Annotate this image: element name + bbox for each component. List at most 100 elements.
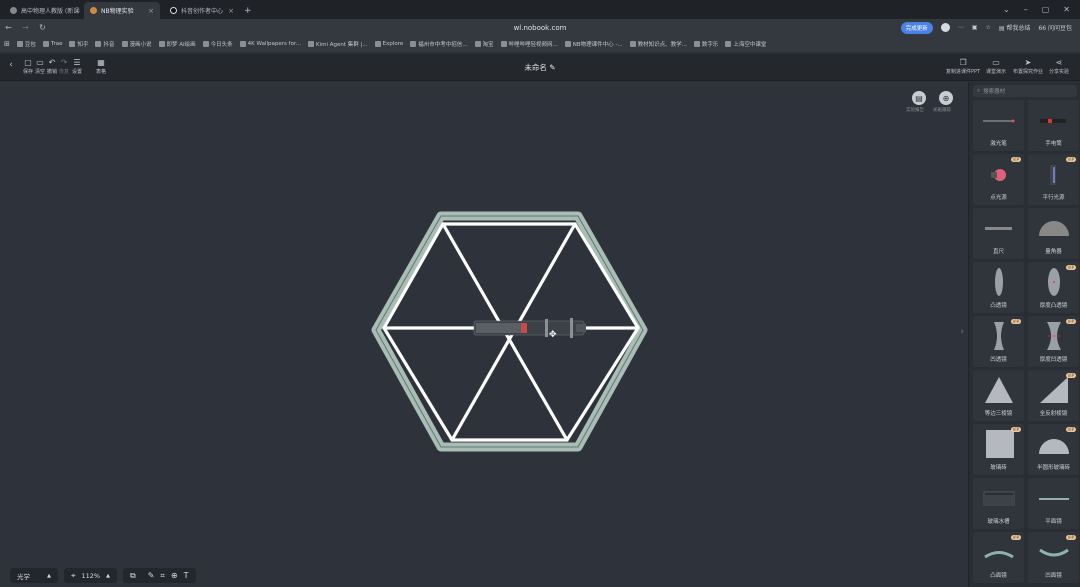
screenshot-icon[interactable]: ▣ [972,24,978,31]
equipment-label: 量角器 [1045,249,1062,255]
more-icon[interactable]: ⋯ [958,24,964,31]
equipment-card-equilateral-prism[interactable]: 等边三棱镜 [973,370,1024,421]
bookmark-item[interactable]: 豆包 [16,40,36,48]
copy-to-ppt-button[interactable]: ❐ 复制进课件PPT [946,58,980,75]
laser-pen[interactable]: ✥ [473,318,586,340]
equipment-card-concave-mirror[interactable]: VIP 凹面镜 [1028,532,1079,583]
equipment-card-thick-concave-lens[interactable]: VIP 厚度凹透镜 [1028,316,1079,367]
zoom-control[interactable]: ⌖ 112% ▲ [64,568,117,583]
bookmark-item[interactable]: Trae [42,41,62,47]
equipment-card-convex-lens[interactable]: 凸透镜 [973,262,1024,313]
equipment-card-plane-mirror[interactable]: 平面镜 [1028,478,1079,529]
collapse-sidebar-icon[interactable]: › [960,327,964,337]
mode-select[interactable]: 光学 ▲ [10,568,58,583]
vip-badge: VIP [1065,373,1076,378]
vip-badge: VIP [1010,535,1021,540]
equipment-card-protractor[interactable]: 量角器 [1028,208,1079,259]
equipment-label: 玻璃砖 [990,465,1007,471]
zoom-in-icon[interactable]: ⊕ [171,571,178,580]
avatar[interactable] [940,23,950,32]
tab-favicon-icon [90,7,97,14]
equipment-card-total-reflection-prism[interactable]: VIP 全反射棱镜 [1028,370,1079,421]
bookmark-favicon-icon [239,41,246,47]
bookmark-favicon-icon [69,41,76,47]
new-tab-icon[interactable]: + [244,2,252,19]
close-icon[interactable]: × [148,7,154,15]
bookmark-item[interactable]: Kimi Agent 集群 |... [307,40,368,48]
assign-homework-button[interactable]: ➤ 布置探究作业 [1013,58,1043,75]
edit-pencil-icon[interactable]: ✎ [549,63,555,72]
bookmark-favicon-icon [95,41,102,47]
reload-icon[interactable]: ↻ [34,23,51,32]
minimize-icon[interactable]: – [1024,5,1028,14]
browser-tab-2[interactable]: NB物理实验 × [84,2,160,19]
bookmark-item[interactable]: 抖音 [95,40,115,48]
caret-up-icon: ▲ [47,572,51,579]
update-button[interactable]: 完成更新 [900,21,933,34]
bookmark-item[interactable]: 今日头条 [202,40,233,48]
vip-badge: VIP [1065,319,1076,324]
browser-tab-3[interactable]: 抖音创作者中心 × [164,2,240,19]
equipment-search-input[interactable]: ⌕ 搜索器材 [973,85,1077,97]
bookmark-favicon-icon [307,41,314,47]
bookmark-item[interactable]: 即梦 AI绘画 [158,40,196,48]
equipment-card-concave-lens[interactable]: VIP 凹透镜 [973,316,1024,367]
equipment-card-ruler[interactable]: 直尺 [973,208,1024,259]
present-button[interactable]: ▭ 课堂演示 [986,58,1006,75]
tab-search-icon[interactable]: ⌄ [1003,5,1010,14]
close-window-icon[interactable]: ✕ [1063,5,1070,14]
bookmark-favicon-icon [564,41,571,47]
maximize-icon[interactable]: ▢ [1042,5,1050,14]
text-tool-icon[interactable]: T [184,571,189,580]
summarize-button[interactable]: ▤ 帮我总结 [999,23,1031,32]
share-button[interactable]: ⋖ 分享实验 [1049,58,1069,75]
equipment-card-convex-mirror[interactable]: VIP 凸面镜 [973,532,1024,583]
equipment-card-laser-pen[interactable]: 激光笔 [973,100,1024,151]
bookmark-item[interactable]: 淘宝 [474,40,494,48]
equipment-card-point-light[interactable]: VIP 点光源 [973,154,1024,205]
equipment-card-flashlight[interactable]: 手电筒 [1028,100,1079,151]
equipment-card-semicircular-glass[interactable]: VIP 半圆形玻璃砖 [1028,424,1079,475]
equipment-label: 凹透镜 [990,357,1007,363]
crop-tool-icon[interactable]: ⌗ [160,571,165,581]
equipment-card-parallel-light[interactable]: VIP 平行光源 [1028,154,1079,205]
apps-grid-icon[interactable]: ⊞ [4,40,10,48]
bookmark-item[interactable]: 数字乐 [693,40,718,48]
caret-up-icon: ▲ [106,572,110,579]
bookmark-item[interactable]: 福州市中考中招信... [410,40,468,48]
document-title[interactable]: 未命名 ✎ [0,62,1080,73]
tab-favicon-icon [170,7,177,14]
equipment-card-glass-tank[interactable]: 玻璃水槽 [973,478,1024,529]
bookmark-favicon-icon [410,41,417,47]
bookmark-favicon-icon [158,41,165,47]
bookmark-favicon-icon [121,41,128,47]
equipment-label: 点光源 [990,195,1007,201]
back-icon[interactable]: ← [0,23,17,32]
bookmark-item[interactable]: 哔哩哔哩轻视频网... [500,40,558,48]
bookmark-favicon-icon [42,41,49,47]
pencil-tool-icon[interactable]: ✎ [148,571,155,580]
bookmark-item[interactable]: 4K Wallpapers for... [239,41,301,47]
browser-tab-1[interactable]: 高中物理人教版 (新课标)× [4,2,80,19]
bookmark-item[interactable]: 上海空中课堂 [725,40,766,48]
bookmark-item[interactable]: NB物理课件中心 -... [564,40,623,48]
close-icon[interactable]: × [228,7,234,15]
equipment-card-thick-convex-lens[interactable]: VIP 厚度凸透镜 [1028,262,1079,313]
vip-badge: VIP [1065,157,1076,162]
bookmark-favicon-icon [202,41,209,47]
bookmark-favicon-icon [474,41,481,47]
forward-icon[interactable]: → [17,23,34,32]
vip-badge: VIP [1010,319,1021,324]
bookmark-item[interactable]: 知乎 [69,40,88,48]
bookmark-item[interactable]: Explore [374,41,403,47]
bookmark-item[interactable]: 教材知识点、教学... [629,40,687,48]
equipment-label: 半圆形玻璃砖 [1036,465,1070,471]
experiment-canvas[interactable]: ▤ 实验报告 ⊕ 光斑跟踪 ✥ › 光学 ▲ ⌖ 112% ▲ ⧉ ✎ ⌗ ⊕ … [0,82,968,587]
star-icon[interactable]: ☆ [985,24,990,31]
equipment-card-glass-block[interactable]: VIP 玻璃砖 [973,424,1024,475]
select-tool-icon[interactable]: ⧉ [130,571,136,581]
ai-assistant-button[interactable]: 66 问问豆包 [1038,23,1072,32]
bookmark-item[interactable]: 漫画小说 [121,40,152,48]
target-icon[interactable]: ⌖ [71,571,76,581]
share-icon: ⋖ [1055,58,1063,67]
